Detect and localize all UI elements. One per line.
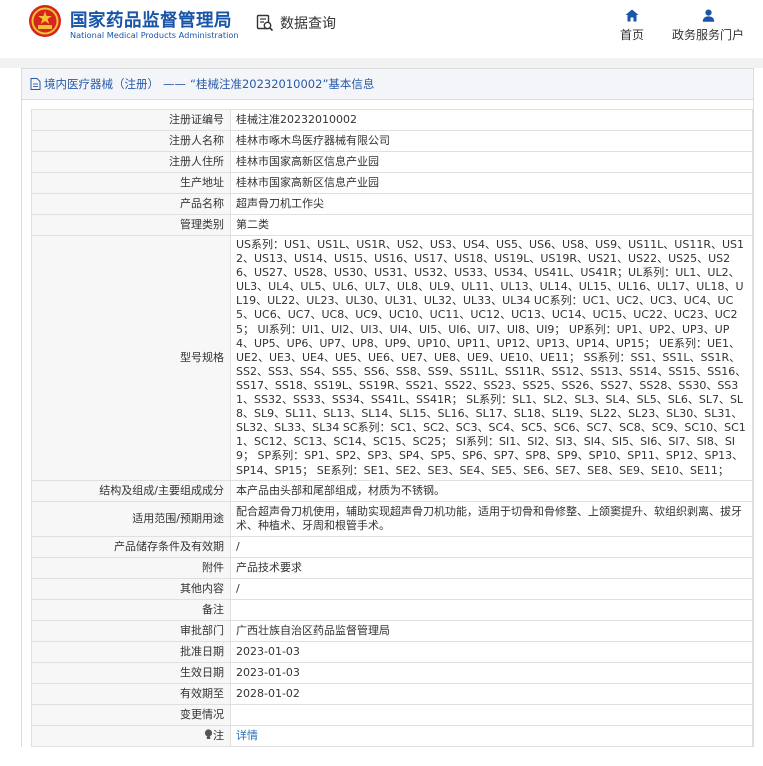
data-query-icon — [256, 14, 274, 32]
table-row: 注册证编号 桂械注准20232010002 — [31, 109, 753, 131]
table-row: 其他内容 / — [31, 577, 753, 600]
field-label: 型号规格 — [31, 235, 231, 481]
field-label: 其他内容 — [31, 577, 231, 600]
home-icon — [625, 9, 639, 22]
data-query-label: 数据查询 — [280, 16, 336, 32]
agency-name-en[interactable]: National Medical Products Administration — [70, 30, 239, 40]
field-label: 产品储存条件及有效期 — [31, 535, 231, 558]
note-label-cell: 注 — [31, 724, 231, 747]
breadcrumb: 境内医疗器械（注册） —— “桂械注准20232010002”基本信息 — [22, 69, 753, 100]
table-row: 产品名称 超声骨刀机工作尖 — [31, 193, 753, 215]
user-icon — [702, 9, 714, 22]
field-value: 2023-01-03 — [230, 640, 753, 663]
breadcrumb-separator: —— — [163, 77, 186, 91]
field-value: / — [230, 577, 753, 600]
field-value: / — [230, 535, 753, 558]
table-row: 产品储存条件及有效期 / — [31, 535, 753, 558]
national-emblem-icon — [29, 5, 61, 37]
breadcrumb-record-title: “桂械注准20232010002”基本信息 — [190, 77, 375, 91]
field-label: 管理类别 — [31, 214, 231, 236]
table-row: 注册人名称 桂林市啄木鸟医疗器械有限公司 — [31, 130, 753, 152]
field-label: 审批部门 — [31, 619, 231, 642]
table-row: 批准日期 2023-01-03 — [31, 640, 753, 663]
field-value: 产品技术要求 — [230, 556, 753, 579]
field-label: 注 — [213, 728, 224, 742]
field-value: 桂械注准20232010002 — [230, 109, 753, 131]
field-label: 批准日期 — [31, 640, 231, 663]
field-label: 生效日期 — [31, 661, 231, 684]
field-value: 桂林市国家高新区信息产业园 — [230, 151, 753, 173]
table-row: 附件 产品技术要求 — [31, 556, 753, 579]
field-value — [230, 598, 753, 621]
field-label: 备注 — [31, 598, 231, 621]
table-row: 备注 — [31, 598, 753, 621]
field-label: 结构及组成/主要组成成分 — [31, 479, 231, 502]
field-value: 配合超声骨刀机使用，辅助实现超声骨刀机功能，适用于切骨和骨修整、上颌窦提升、软组… — [230, 500, 753, 537]
table-row: 生效日期 2023-01-03 — [31, 661, 753, 684]
field-value: 本产品由头部和尾部组成，材质为不锈钢。 — [230, 479, 753, 502]
detail-table: 注册证编号 桂械注准20232010002 注册人名称 桂林市啄木鸟医疗器械有限… — [31, 109, 753, 747]
table-row: 管理类别 第二类 — [31, 214, 753, 236]
field-label: 附件 — [31, 556, 231, 579]
field-value: 超声骨刀机工作尖 — [230, 193, 753, 215]
breadcrumb-category[interactable]: 境内医疗器械（注册） — [44, 76, 159, 92]
field-label: 注册证编号 — [31, 109, 231, 131]
table-row: 注 详情 — [31, 724, 753, 747]
nav-home[interactable]: 首页 — [617, 9, 647, 43]
header-gap — [0, 58, 763, 68]
note-value-cell: 详情 — [230, 724, 753, 747]
nav-home-label: 首页 — [619, 28, 644, 42]
field-label: 注册人名称 — [31, 130, 231, 152]
detail-panel: 境内医疗器械（注册） —— “桂械注准20232010002”基本信息 注册证编… — [21, 68, 754, 747]
field-label: 产品名称 — [31, 193, 231, 215]
table-row: 生产地址 桂林市国家高新区信息产业园 — [31, 172, 753, 194]
lightbulb-icon — [204, 728, 213, 739]
field-label: 注册人住所 — [31, 151, 231, 173]
table-row: 型号规格 US系列：US1、US1L、US1R、US2、US3、US4、US5、… — [31, 235, 753, 481]
agency-name-cn[interactable]: 国家药品监督管理局 — [70, 7, 232, 32]
site-header: 国家药品监督管理局 National Medical Products Admi… — [0, 0, 763, 58]
field-label: 有效期至 — [31, 682, 231, 705]
field-value: US系列：US1、US1L、US1R、US2、US3、US4、US5、US6、U… — [230, 235, 753, 481]
field-value: 桂林市啄木鸟医疗器械有限公司 — [230, 130, 753, 152]
field-value: 第二类 — [230, 214, 753, 236]
table-row: 审批部门 广西壮族自治区药品监督管理局 — [31, 619, 753, 642]
field-label: 生产地址 — [31, 172, 231, 194]
field-value: 广西壮族自治区药品监督管理局 — [230, 619, 753, 642]
document-icon — [30, 78, 41, 90]
table-row: 有效期至 2028-01-02 — [31, 682, 753, 705]
table-row: 适用范围/预期用途 配合超声骨刀机使用，辅助实现超声骨刀机功能，适用于切骨和骨修… — [31, 500, 753, 537]
field-value: 2023-01-03 — [230, 661, 753, 684]
nav-service-portal[interactable]: 政务服务门户 — [668, 9, 748, 43]
field-label: 适用范围/预期用途 — [31, 500, 231, 537]
field-value: 桂林市国家高新区信息产业园 — [230, 172, 753, 194]
field-label: 变更情况 — [31, 703, 231, 726]
details-link[interactable]: 详情 — [236, 729, 258, 742]
table-row: 变更情况 — [31, 703, 753, 726]
field-value: 2028-01-02 — [230, 682, 753, 705]
nav-portal-label: 政务服务门户 — [671, 28, 744, 42]
table-row: 结构及组成/主要组成成分 本产品由头部和尾部组成，材质为不锈钢。 — [31, 479, 753, 502]
data-query-link[interactable]: 数据查询 — [256, 13, 336, 33]
table-row: 注册人住所 桂林市国家高新区信息产业园 — [31, 151, 753, 173]
field-value — [230, 703, 753, 726]
